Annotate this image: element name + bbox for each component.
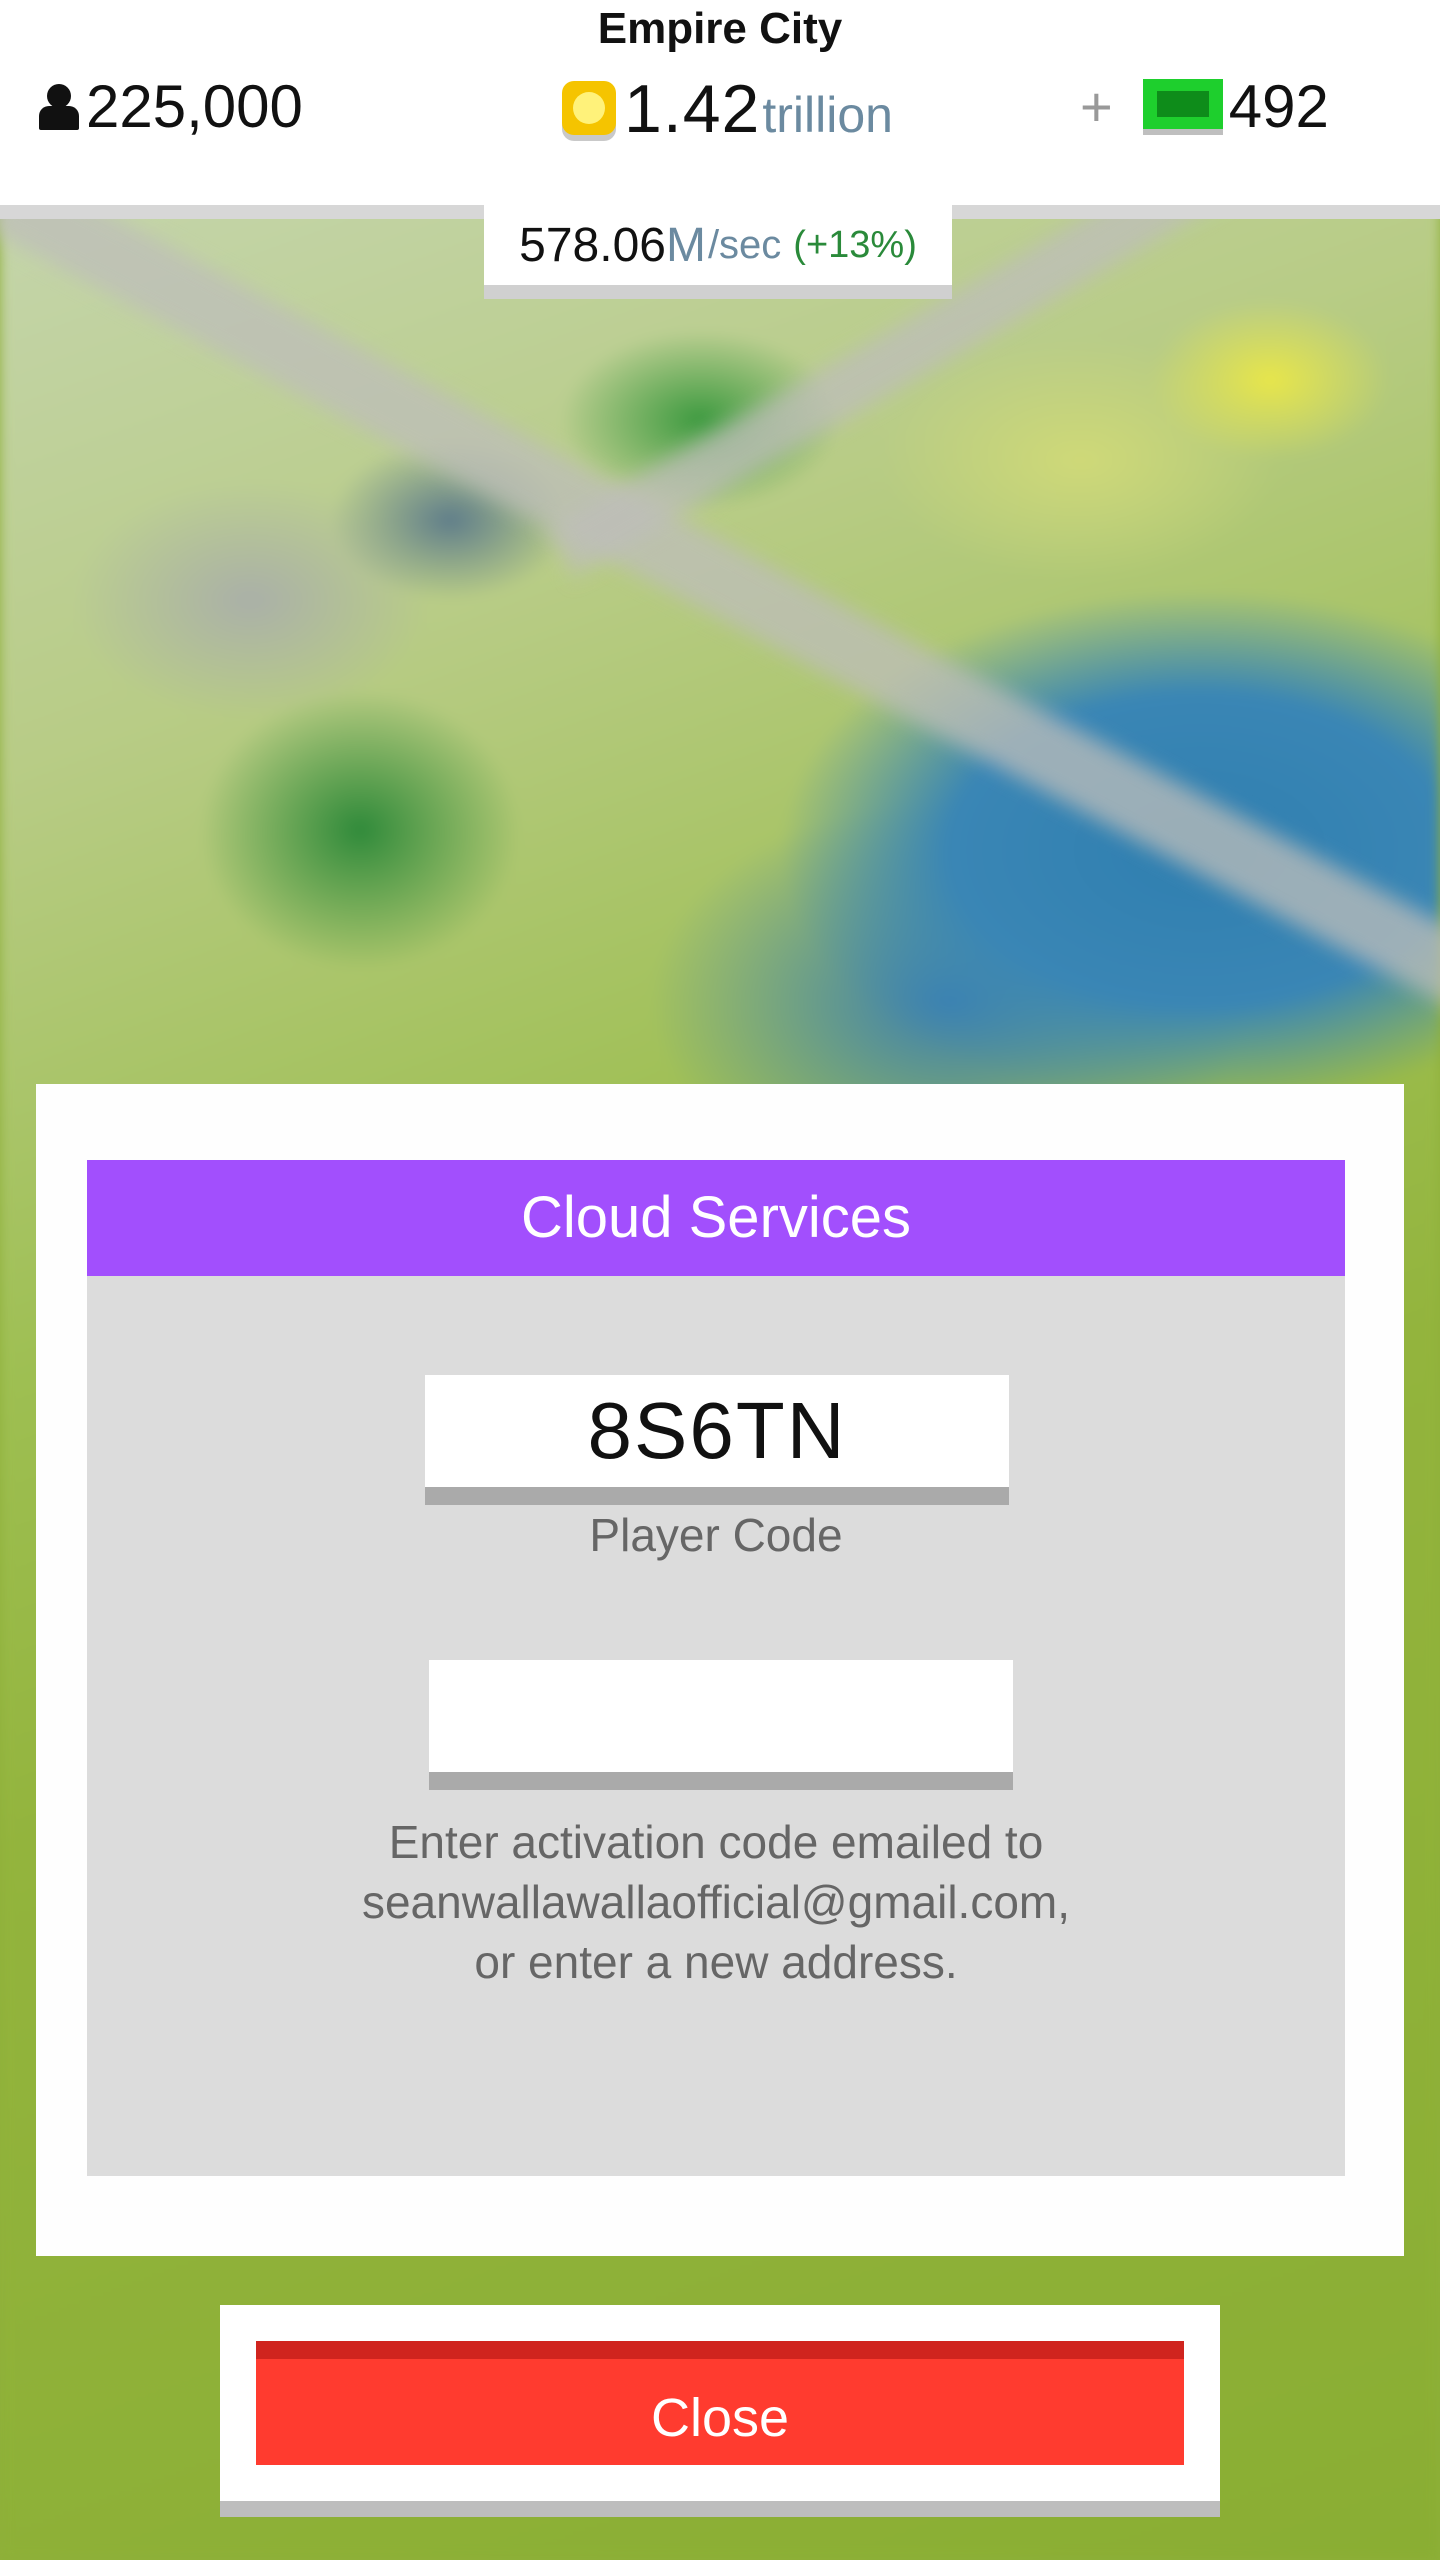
income-unit: M (665, 218, 706, 272)
player-code-box: 8S6TN (425, 1375, 1009, 1505)
cloud-services-dialog: Cloud Services 8S6TN Player Code Enter a… (36, 1084, 1404, 2256)
coins-unit: trillion (762, 87, 893, 143)
close-button-frame: Close (220, 2305, 1220, 2517)
income-rate-badge: 578.06 M /sec (+13%) (484, 205, 952, 299)
gems-counter[interactable]: + 492 (1080, 72, 1329, 141)
instructions-line: or enter a new address. (474, 1936, 958, 1988)
population-value: 225,000 (86, 73, 303, 140)
income-value: 578.06 (519, 218, 666, 272)
activation-instructions: Enter activation code emailed to seanwal… (87, 1812, 1345, 1992)
gems-value: 492 (1228, 73, 1329, 140)
close-button[interactable]: Close (256, 2341, 1184, 2465)
income-per: /sec (707, 222, 782, 267)
coins-counter: 1.42 trillion (560, 70, 893, 148)
top-hud: Empire City 225,000 1.42 trillion + 492 (0, 0, 1440, 219)
dialog-title: Cloud Services (87, 1160, 1345, 1276)
city-name: Empire City (597, 4, 843, 53)
instructions-line: Enter activation code emailed to (388, 1816, 1044, 1868)
add-gems-plus-icon[interactable]: + (1080, 74, 1113, 139)
activation-code-input[interactable] (429, 1660, 1013, 1790)
person-icon (36, 82, 82, 132)
instructions-line: seanwallawallaofficial@gmail.com, (361, 1876, 1071, 1928)
dialog-body: 8S6TN Player Code Enter activation code … (87, 1276, 1345, 2176)
income-bonus: (+13%) (793, 223, 917, 266)
coins-value: 1.42 (624, 71, 761, 147)
coin-icon (560, 77, 618, 141)
population-counter: 225,000 (36, 72, 303, 141)
gem-icon (1142, 78, 1223, 135)
player-code-label: Player Code (589, 1509, 843, 1561)
